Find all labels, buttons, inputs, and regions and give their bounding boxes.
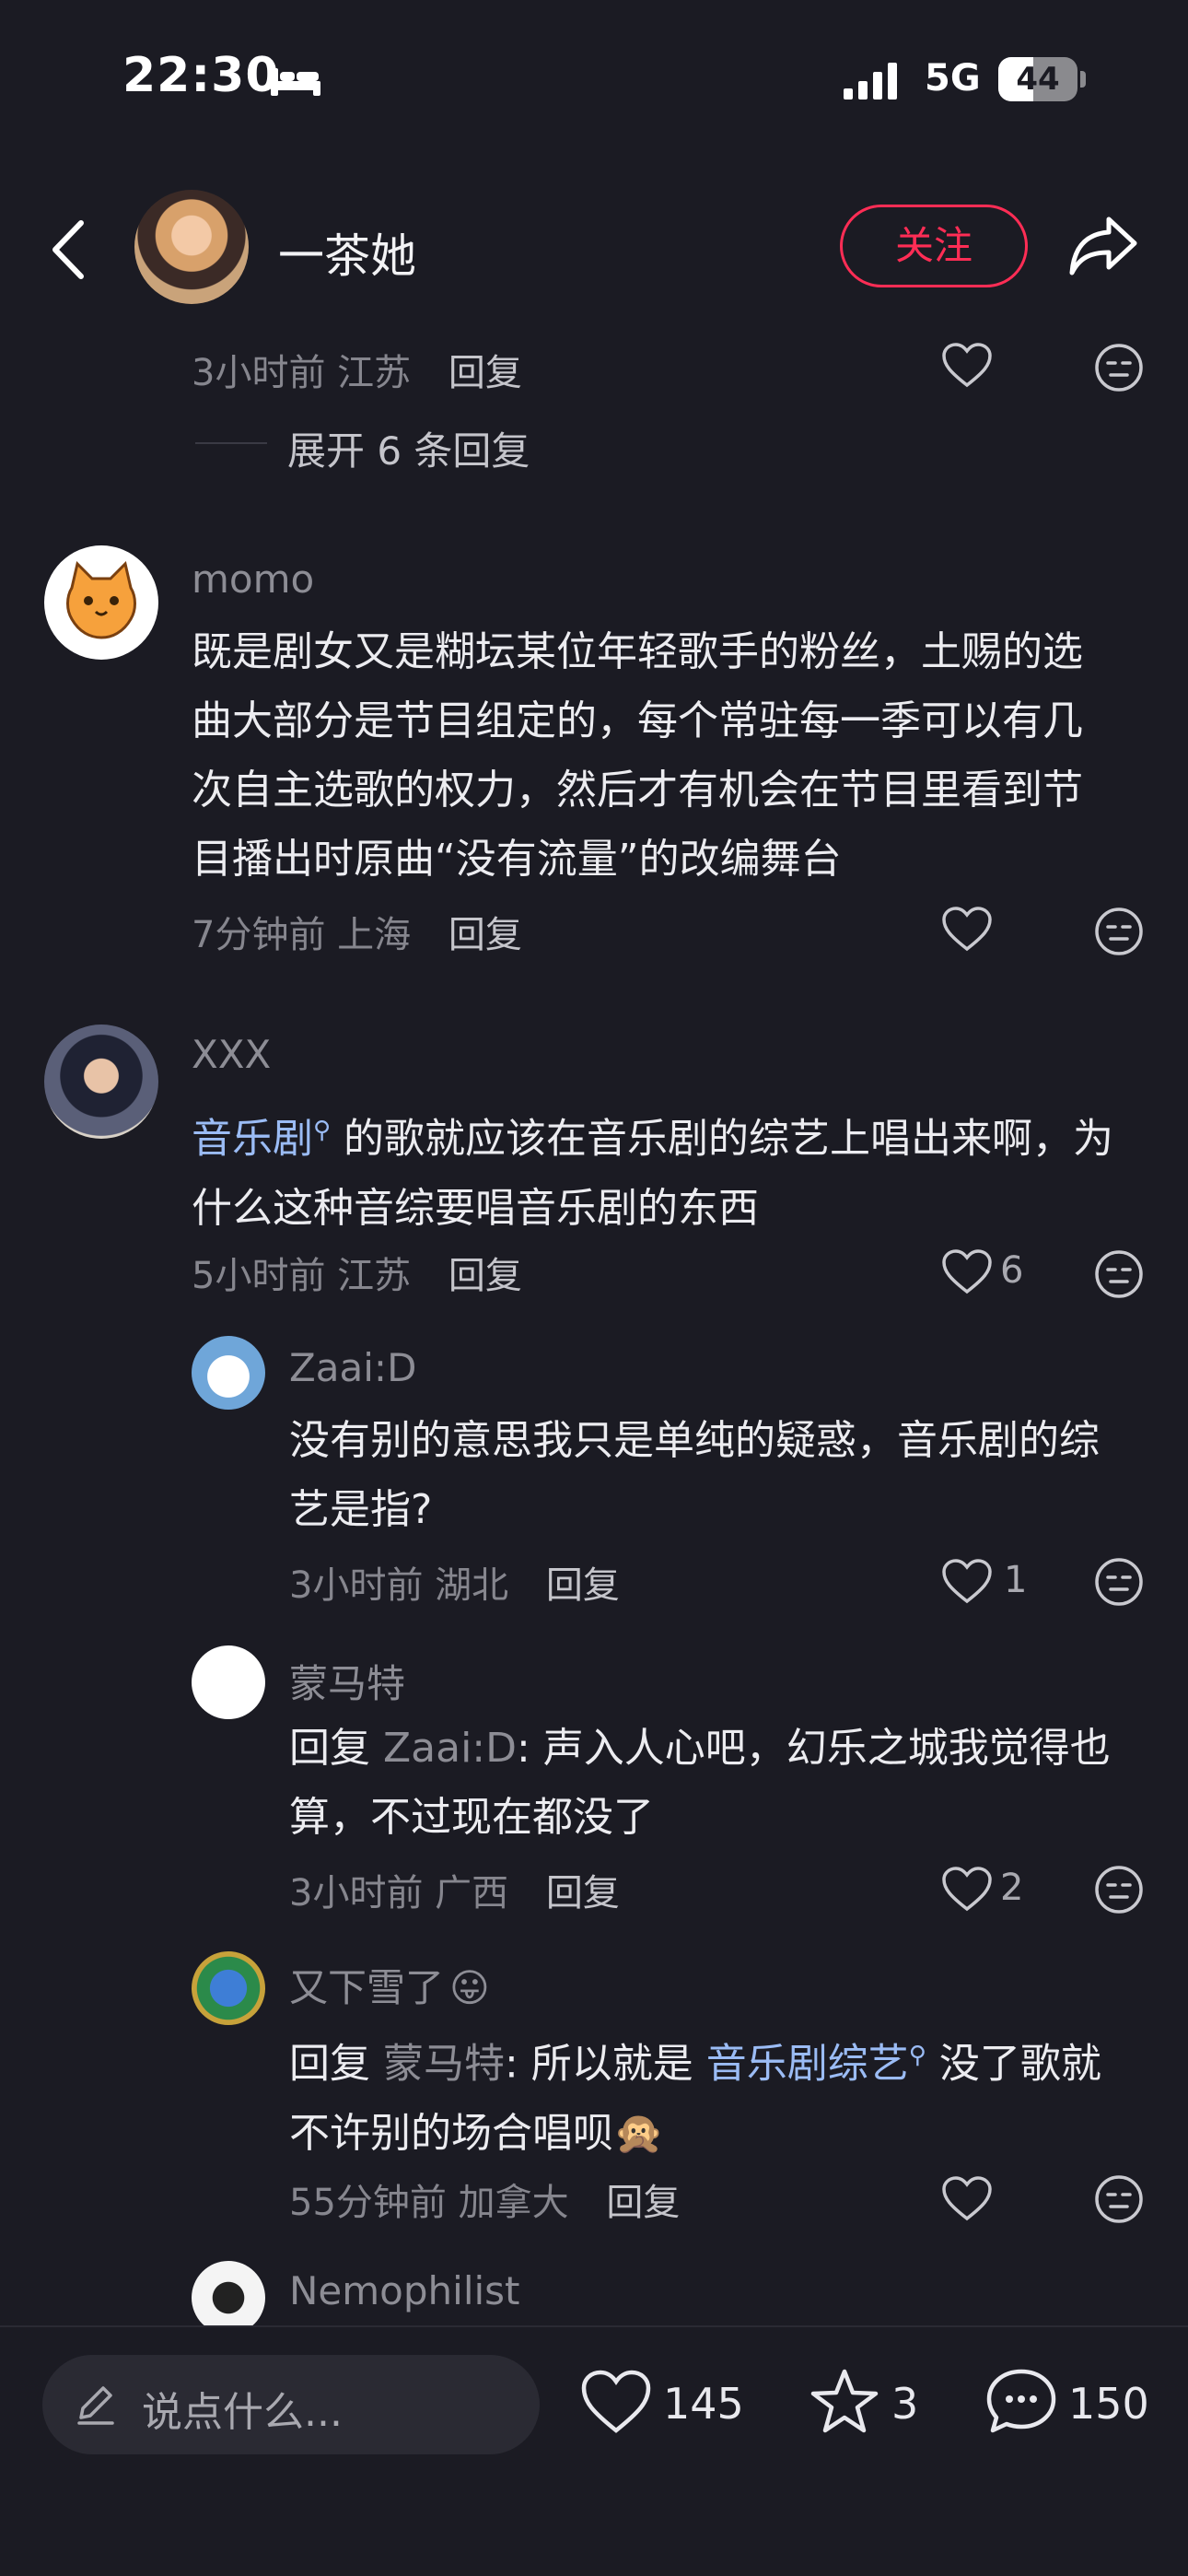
reply-time-location: 3小时前 广西 — [289, 1872, 509, 1914]
heart-icon[interactable] — [941, 1559, 993, 1605]
reply-author-name: 又下雪了 — [289, 1965, 445, 2010]
reply-prefix: 回复 — [289, 1725, 383, 1772]
comment-text: 既是剧女又是糊坛某位年轻歌手的粉丝，土赐的选曲大部分是节目组定的，每个常驻每一季… — [192, 628, 1083, 883]
reply-time-location: 55分钟前 加拿大 — [289, 2182, 569, 2224]
heart-icon[interactable] — [941, 907, 993, 953]
reply-meta: 55分钟前 加拿大 回复 — [289, 2172, 680, 2226]
share-arrow-icon[interactable] — [1068, 214, 1138, 278]
comment-bubble-icon[interactable] — [985, 2368, 1057, 2434]
favorite-total: 3 — [891, 2379, 919, 2429]
avatar[interactable] — [44, 545, 158, 660]
follow-button[interactable]: 关注 — [840, 205, 1028, 287]
comment-time-location: 5小时前 江苏 — [192, 1255, 412, 1297]
reply-text: 回复 Zaai:D: 声入人心吧，幻乐之城我觉得也算，不过现在都没了 — [289, 1714, 1127, 1852]
header-username[interactable]: 一茶她 — [278, 219, 416, 286]
network-type: 5G — [925, 57, 981, 100]
like-count: 2 — [1000, 1867, 1024, 1909]
like-heart-icon[interactable] — [580, 2370, 652, 2436]
status-time: 22:30 — [122, 48, 280, 103]
like-total: 145 — [663, 2379, 744, 2429]
comment-time-location: 3小时前 江苏 — [192, 352, 412, 394]
comment-input-placeholder[interactable]: 说点什么... — [142, 2379, 343, 2438]
comment-total: 150 — [1068, 2379, 1149, 2429]
reply-prefix: 回复 — [289, 2040, 383, 2088]
pen-icon — [77, 2386, 114, 2425]
heart-icon[interactable] — [941, 343, 993, 389]
cat-avatar-icon — [66, 561, 136, 639]
heart-icon[interactable] — [941, 1249, 993, 1295]
dislike-face-icon[interactable] — [1094, 343, 1144, 392]
reply-text-part-a: : 所以就是 — [505, 2040, 706, 2088]
like-count: 6 — [1000, 1249, 1024, 1292]
avatar[interactable] — [192, 1951, 265, 2025]
comment-time-location: 7分钟前 上海 — [192, 914, 412, 956]
dislike-face-icon[interactable] — [1094, 907, 1144, 956]
expand-replies-button[interactable]: 展开 6 条回复 — [287, 420, 530, 476]
search-mini-icon: ⚲ — [313, 1117, 332, 1144]
avatar[interactable] — [192, 1336, 265, 1410]
like-count: 1 — [1004, 1559, 1028, 1601]
star-icon[interactable] — [809, 2368, 880, 2434]
comment-meta: 3小时前 江苏 回复 — [192, 343, 522, 396]
bottom-divider — [0, 2325, 1188, 2327]
reply-meta: 3小时前 广西 回复 — [289, 1863, 620, 1916]
reply-meta: 3小时前 湖北 回复 — [289, 1555, 620, 1609]
header-avatar[interactable] — [134, 190, 249, 304]
comment-author[interactable]: XXX — [192, 1032, 271, 1077]
comment-meta: 7分钟前 上海 回复 — [192, 905, 522, 958]
avatar[interactable] — [192, 2261, 265, 2335]
topic-link[interactable]: 音乐剧 — [192, 1116, 313, 1163]
reply-author[interactable]: Zaai:D — [289, 1345, 416, 1390]
reply-author[interactable]: 又下雪了 😛 — [289, 1957, 490, 2013]
reply-button[interactable]: 回复 — [448, 352, 522, 394]
comment-author[interactable]: momo — [192, 556, 314, 602]
heart-icon[interactable] — [941, 1867, 993, 1913]
tongue-emoji-icon: 😛 — [449, 1965, 490, 2010]
reply-author[interactable]: Nemophilist — [289, 2268, 520, 2313]
reply-time-location: 3小时前 湖北 — [289, 1564, 509, 1607]
battery-tip — [1080, 71, 1086, 88]
bed-icon — [271, 68, 320, 96]
expand-divider — [195, 442, 267, 444]
battery-percent: 44 — [1016, 61, 1060, 98]
avatar[interactable] — [192, 1645, 265, 1719]
reply-button[interactable]: 回复 — [546, 1564, 620, 1607]
reply-button[interactable]: 回复 — [448, 1255, 522, 1297]
dislike-face-icon[interactable] — [1094, 1249, 1144, 1299]
avatar[interactable] — [44, 1025, 158, 1139]
signal-icon — [844, 63, 897, 100]
comment-text-body: 的歌就应该在音乐剧的综艺上唱出来啊，为什么这种音综要唱音乐剧的东西 — [192, 1115, 1114, 1232]
reply-button[interactable]: 回复 — [606, 2182, 680, 2224]
speak-no-evil-emoji-icon: 🙊 — [613, 2109, 664, 2157]
dislike-face-icon[interactable] — [1094, 1557, 1144, 1607]
reply-button[interactable]: 回复 — [546, 1872, 620, 1914]
topic-link[interactable]: 音乐剧综艺 — [706, 2041, 909, 2088]
reply-author[interactable]: 蒙马特 — [289, 1653, 405, 1709]
heart-icon[interactable] — [941, 2176, 993, 2222]
reply-text: 没有别的意思我只是单纯的疑惑，音乐剧的综艺是指? — [289, 1417, 1100, 1533]
mention-link[interactable]: Zaai:D — [383, 1725, 517, 1772]
dislike-face-icon[interactable] — [1094, 1865, 1144, 1914]
reply-text: 回复 蒙马特: 所以就是 音乐剧综艺⚲ 没了歌就不许别的场合唱呗🙊 — [289, 2021, 1127, 2168]
search-mini-icon: ⚲ — [908, 2042, 926, 2069]
chevron-left-icon[interactable] — [48, 217, 88, 282]
comment-meta: 5小时前 江苏 回复 — [192, 1246, 522, 1299]
dislike-face-icon[interactable] — [1094, 2174, 1144, 2224]
mention-link[interactable]: 蒙马特 — [383, 2041, 505, 2088]
reply-button[interactable]: 回复 — [448, 914, 522, 956]
comment-text: 音乐剧⚲ 的歌就应该在音乐剧的综艺上唱出来啊，为什么这种音综要唱音乐剧的东西 — [192, 1096, 1122, 1243]
